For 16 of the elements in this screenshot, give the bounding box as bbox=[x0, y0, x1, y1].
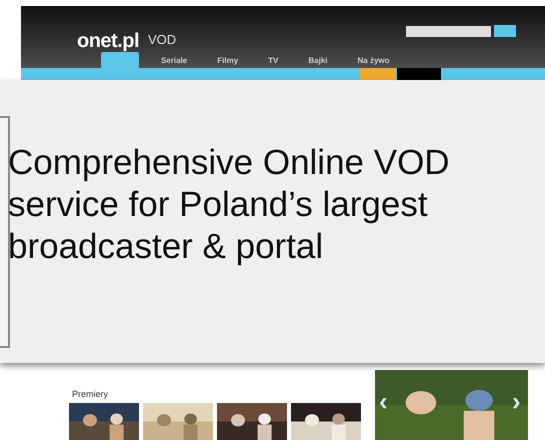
nav-tab[interactable]: Filmy bbox=[209, 54, 246, 68]
nav-tab[interactable]: Bajki bbox=[300, 54, 336, 68]
nav-tab[interactable]: Seriale bbox=[153, 54, 196, 68]
sub-nav-dark-tab[interactable] bbox=[397, 68, 441, 80]
previous-button[interactable]: ‹ bbox=[379, 388, 388, 414]
nav-tab-highlight[interactable] bbox=[101, 52, 139, 68]
search-button[interactable] bbox=[494, 25, 516, 37]
logo: onet.pl bbox=[77, 29, 140, 54]
search-field[interactable] bbox=[406, 26, 491, 37]
headline: Comprehensive Online VOD service for Poland’s largest broadcaster & portal bbox=[8, 142, 451, 268]
sub-nav-highlight[interactable] bbox=[360, 68, 396, 80]
nav-tab[interactable]: Na żywo bbox=[350, 54, 398, 68]
next-button[interactable]: › bbox=[512, 388, 521, 414]
nav-tab[interactable]: TV bbox=[260, 54, 286, 68]
section-title: Premiery bbox=[72, 388, 108, 401]
logo-subtitle: VOD bbox=[148, 31, 176, 49]
